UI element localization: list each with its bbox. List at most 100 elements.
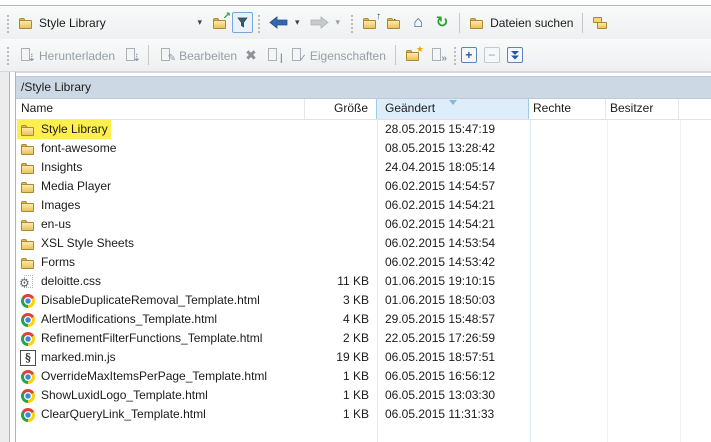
- table-row[interactable]: RefinementFilterFunctions_Template.html …: [16, 329, 711, 348]
- quick-filter-button[interactable]: [507, 47, 523, 63]
- file-modified: 06.02.2015 14:53:54: [377, 234, 530, 253]
- table-row[interactable]: Insights 24.04.2015 18:05:14: [16, 158, 711, 177]
- file-name-cell[interactable]: deloitte.css: [17, 272, 104, 291]
- remote-path-selector[interactable]: Style Library ▾: [14, 12, 208, 34]
- toolbar-separator: [582, 13, 583, 33]
- file-list[interactable]: Style Library 28.05.2015 15:47:19 font-a…: [16, 120, 711, 442]
- properties-button[interactable]: ✓ Eigenschaften: [285, 44, 390, 66]
- home-icon: ⌂: [410, 15, 426, 31]
- file-size: 4 KB: [305, 310, 377, 329]
- forward-button[interactable]: ▾: [306, 13, 347, 32]
- rename-button[interactable]: |: [261, 44, 285, 66]
- table-row[interactable]: Style Library 28.05.2015 15:47:19: [16, 120, 711, 139]
- column-header-size[interactable]: Größe: [305, 99, 377, 119]
- filter-button[interactable]: [232, 12, 253, 33]
- file-owner: [607, 291, 680, 310]
- synchronize-browsing-button[interactable]: [588, 12, 612, 34]
- parent-directory-icon: ↑: [362, 15, 378, 31]
- toolbar-grip[interactable]: [256, 13, 260, 33]
- home-directory-button[interactable]: ⌂: [406, 12, 430, 34]
- file-owner: [607, 234, 680, 253]
- toolbar-grip[interactable]: [452, 45, 456, 65]
- file-name-cell[interactable]: marked.min.js: [17, 348, 119, 367]
- delete-button[interactable]: ✖: [241, 44, 261, 67]
- file-owner: [607, 348, 680, 367]
- column-header-owner[interactable]: Besitzer: [606, 99, 679, 119]
- chrome-icon: [20, 312, 36, 328]
- add-button[interactable]: +: [461, 47, 477, 63]
- new-folder-icon: ★: [405, 47, 421, 63]
- file-owner: [607, 405, 680, 424]
- file-name-cell[interactable]: OverrideMaxItemsPerPage_Template.html: [17, 367, 270, 386]
- file-name-cell[interactable]: en-us: [17, 215, 74, 234]
- file-name-cell[interactable]: XSL Style Sheets: [17, 234, 137, 253]
- panel-splitter[interactable]: [0, 72, 16, 442]
- file-rights: [530, 329, 607, 348]
- file-modified: 06.02.2015 14:53:42: [377, 253, 530, 272]
- file-modified: 06.02.2015 14:54:21: [377, 215, 530, 234]
- table-row[interactable]: ShowLuxidLogo_Template.html 1 KB 06.05.2…: [16, 386, 711, 405]
- download-and-delete-button[interactable]: ⇣: [119, 44, 143, 66]
- search-files-button[interactable]: Dateien suchen: [465, 12, 577, 34]
- file-name-cell[interactable]: font-awesome: [17, 139, 119, 158]
- chevron-down-icon[interactable]: ▾: [195, 17, 204, 28]
- remove-button[interactable]: −: [484, 47, 500, 63]
- column-header-filler: [679, 99, 711, 119]
- table-row[interactable]: ClearQueryLink_Template.html 1 KB 06.05.…: [16, 405, 711, 424]
- file-name-cell[interactable]: DisableDuplicateRemoval_Template.html: [17, 291, 263, 310]
- parent-directory-button[interactable]: ↑: [358, 12, 382, 34]
- file-name-cell[interactable]: Style Library: [17, 120, 111, 139]
- open-directory-button[interactable]: ↗: [208, 12, 232, 34]
- table-row[interactable]: deloitte.css 11 KB 01.06.2015 19:10:15: [16, 272, 711, 291]
- file-modified: 06.02.2015 14:54:57: [377, 177, 530, 196]
- table-row[interactable]: AlertModifications_Template.html 4 KB 29…: [16, 310, 711, 329]
- chrome-icon: [20, 369, 36, 385]
- table-row[interactable]: Forms 06.02.2015 14:53:42: [16, 253, 711, 272]
- file-size: 2 KB: [305, 329, 377, 348]
- edit-button[interactable]: ✎ Bearbeiten: [154, 44, 241, 66]
- file-name: deloitte.css: [41, 272, 101, 291]
- forward-history-chevron-icon[interactable]: ▾: [334, 17, 343, 28]
- file-name-cell[interactable]: Forms: [17, 253, 78, 272]
- column-header-rights[interactable]: Rechte: [529, 99, 606, 119]
- table-row[interactable]: marked.min.js 19 KB 06.05.2015 18:57:51: [16, 348, 711, 367]
- column-header-modified[interactable]: Geändert: [376, 99, 529, 119]
- toolbar-grip[interactable]: [5, 13, 9, 33]
- rename-icon: |: [265, 47, 281, 63]
- refresh-button[interactable]: ↻: [430, 12, 454, 34]
- file-name-cell[interactable]: AlertModifications_Template.html: [17, 310, 220, 329]
- chrome-icon: [20, 293, 36, 309]
- file-name-cell[interactable]: RefinementFilterFunctions_Template.html: [17, 329, 265, 348]
- table-row[interactable]: font-awesome 08.05.2015 13:28:42: [16, 139, 711, 158]
- forward-arrow-icon: [310, 16, 329, 29]
- file-owner: [607, 386, 680, 405]
- table-row[interactable]: Media Player 06.02.2015 14:54:57: [16, 177, 711, 196]
- file-name-cell[interactable]: Images: [17, 196, 83, 215]
- table-row[interactable]: OverrideMaxItemsPerPage_Template.html 1 …: [16, 367, 711, 386]
- current-path: /Style Library: [21, 80, 91, 94]
- column-header-name[interactable]: Name: [16, 99, 305, 119]
- address-bar[interactable]: /Style Library: [16, 76, 711, 99]
- remote-path-selector-label: Style Library: [39, 15, 190, 30]
- duplicate-button[interactable]: »: [425, 44, 449, 66]
- file-name-cell[interactable]: Media Player: [17, 177, 114, 196]
- toolbar-grip[interactable]: [5, 45, 9, 65]
- file-size: [305, 215, 377, 234]
- table-row[interactable]: DisableDuplicateRemoval_Template.html 3 …: [16, 291, 711, 310]
- download-button[interactable]: ⇣ Herunterladen: [14, 44, 119, 66]
- file-owner: [607, 139, 680, 158]
- table-row[interactable]: en-us 06.02.2015 14:54:21: [16, 215, 711, 234]
- table-row[interactable]: Images 06.02.2015 14:54:21: [16, 196, 711, 215]
- table-row[interactable]: XSL Style Sheets 06.02.2015 14:53:54: [16, 234, 711, 253]
- root-directory-button[interactable]: /: [382, 12, 406, 34]
- back-history-chevron-icon[interactable]: ▾: [293, 17, 302, 28]
- back-button[interactable]: ▾: [265, 13, 306, 32]
- file-size: [305, 120, 377, 139]
- file-rights: [530, 196, 607, 215]
- file-name-cell[interactable]: Insights: [17, 158, 85, 177]
- new-folder-button[interactable]: ★: [401, 44, 425, 66]
- file-name-cell[interactable]: ShowLuxidLogo_Template.html: [17, 386, 211, 405]
- file-name-cell[interactable]: ClearQueryLink_Template.html: [17, 405, 209, 424]
- toolbar-grip[interactable]: [349, 13, 353, 33]
- file-name: AlertModifications_Template.html: [41, 310, 217, 329]
